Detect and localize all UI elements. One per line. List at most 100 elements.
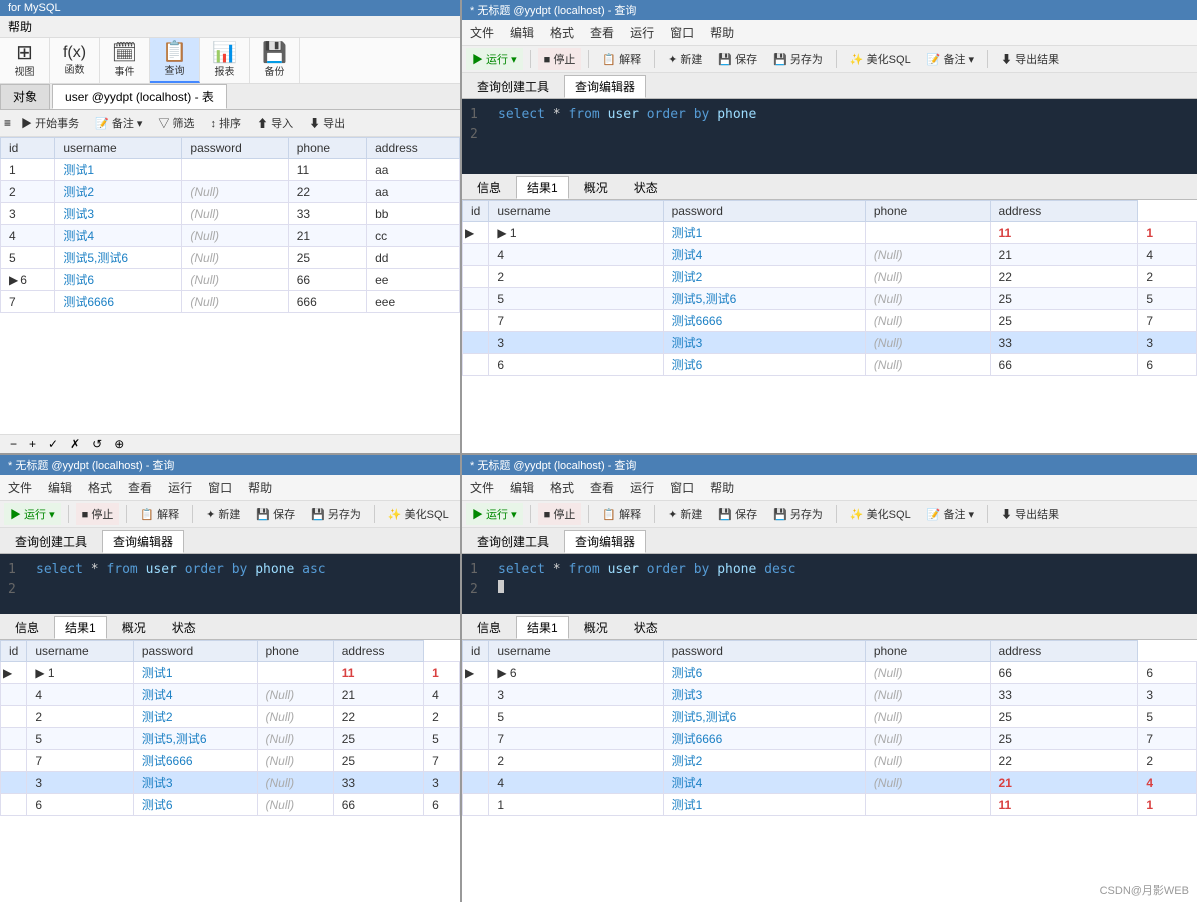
table-row[interactable]: (Null): [865, 684, 990, 706]
report-btn[interactable]: 📊 报表: [200, 38, 250, 83]
br-info-tab[interactable]: 信息: [466, 616, 512, 639]
table-row[interactable]: 25: [990, 310, 1138, 332]
table-row[interactable]: 测试2: [55, 181, 182, 203]
bl-menu-窗口[interactable]: 窗口: [204, 477, 236, 498]
table-row[interactable]: 22: [333, 706, 423, 728]
event-btn[interactable]: 🗓 事件: [100, 38, 150, 83]
note-btn[interactable]: 📝 备注 ▾: [89, 112, 148, 134]
table-row[interactable]: (Null): [865, 772, 990, 794]
table-row[interactable]: 11: [990, 794, 1138, 816]
table-row[interactable]: 7: [489, 728, 663, 750]
table-row[interactable]: 6: [1138, 662, 1197, 684]
table-row[interactable]: (Null): [182, 203, 288, 225]
table-row[interactable]: 测试3: [663, 684, 865, 706]
bl-stop-btn[interactable]: ■ 停止: [76, 503, 120, 525]
tr-menu-查看[interactable]: 查看: [586, 22, 618, 43]
table-row[interactable]: 25: [990, 728, 1138, 750]
bl-menu-运行[interactable]: 运行: [164, 477, 196, 498]
bl-sql-editor[interactable]: 1select * from user order by phone asc 2: [0, 554, 460, 614]
bl-run-btn[interactable]: ▶ 运行 ▾: [4, 503, 61, 525]
table-row[interactable]: (Null): [182, 247, 288, 269]
tl-table-scroll[interactable]: id username password phone address 1测试11…: [0, 137, 460, 434]
br-sql-editor[interactable]: 1select * from user order by phone desc …: [462, 554, 1197, 614]
table-row[interactable]: 66: [333, 794, 423, 816]
table-row[interactable]: ▶ 6: [489, 662, 663, 684]
table-row[interactable]: 1: [1138, 222, 1197, 244]
table-row[interactable]: 4: [489, 244, 663, 266]
table-row[interactable]: 测试4: [55, 225, 182, 247]
bl-explain-btn[interactable]: 📋 解释: [134, 503, 185, 525]
start-transaction-btn[interactable]: ▶ 开始事务: [15, 112, 85, 134]
table-row[interactable]: (Null): [257, 684, 333, 706]
br-save-btn[interactable]: 💾 保存: [712, 503, 763, 525]
table-row[interactable]: 6: [489, 354, 663, 376]
bl-table-scroll[interactable]: id username password phone address ▶▶ 1测…: [0, 640, 460, 902]
table-row[interactable]: 7: [424, 750, 460, 772]
tr-menu-窗口[interactable]: 窗口: [666, 22, 698, 43]
table-row[interactable]: 2: [1138, 266, 1197, 288]
table-row[interactable]: 3: [489, 332, 663, 354]
tr-tab-builder[interactable]: 查询创建工具: [466, 75, 560, 98]
table-row[interactable]: 66: [288, 269, 366, 291]
tr-menu-帮助[interactable]: 帮助: [706, 22, 738, 43]
tr-result1-tab[interactable]: 结果1: [516, 176, 569, 199]
table-row[interactable]: ▶6: [1, 269, 55, 291]
br-menu-文件[interactable]: 文件: [466, 477, 498, 498]
table-row[interactable]: 4: [489, 772, 663, 794]
table-row[interactable]: (Null): [257, 794, 333, 816]
table-row[interactable]: 测试3: [663, 332, 865, 354]
tr-beautify-btn[interactable]: ✨ 美化SQL: [844, 48, 917, 70]
table-row[interactable]: cc: [367, 225, 460, 247]
table-row[interactable]: 测试5,测试6: [663, 706, 865, 728]
table-row[interactable]: 测试1: [663, 222, 865, 244]
table-row[interactable]: 666: [288, 291, 366, 313]
table-row[interactable]: (Null): [865, 244, 990, 266]
table-row[interactable]: 1: [424, 662, 460, 684]
tr-save-btn[interactable]: 💾 保存: [712, 48, 763, 70]
table-row[interactable]: 测试1: [663, 794, 865, 816]
table-row[interactable]: aa: [367, 159, 460, 181]
br-export-btn[interactable]: ⬇ 导出结果: [995, 503, 1065, 525]
table-row[interactable]: (Null): [182, 291, 288, 313]
table-row[interactable]: 5: [489, 288, 663, 310]
table-row[interactable]: (Null): [865, 662, 990, 684]
table-row[interactable]: (Null): [865, 706, 990, 728]
table-row[interactable]: 测试4: [663, 244, 865, 266]
br-menu-运行[interactable]: 运行: [626, 477, 658, 498]
table-row[interactable]: 3: [1138, 684, 1197, 706]
tr-menu-运行[interactable]: 运行: [626, 22, 658, 43]
table-row[interactable]: 4: [1138, 244, 1197, 266]
table-row[interactable]: 2: [424, 706, 460, 728]
br-saveas-btn[interactable]: 💾 另存为: [767, 503, 829, 525]
table-row[interactable]: eee: [367, 291, 460, 313]
br-run-btn[interactable]: ▶ 运行 ▾: [466, 503, 523, 525]
table-row[interactable]: 22: [288, 181, 366, 203]
bl-menu-格式[interactable]: 格式: [84, 477, 116, 498]
table-row[interactable]: [865, 222, 990, 244]
tr-run-btn[interactable]: ▶ 运行 ▾: [466, 48, 523, 70]
bl-menu-查看[interactable]: 查看: [124, 477, 156, 498]
function-btn[interactable]: f(x) 函数: [50, 38, 100, 83]
table-row[interactable]: (Null): [257, 750, 333, 772]
br-overview-tab[interactable]: 概况: [573, 616, 619, 639]
table-row[interactable]: ▶ 1: [489, 222, 663, 244]
table-row[interactable]: 66: [990, 662, 1138, 684]
table-row[interactable]: bb: [367, 203, 460, 225]
table-row[interactable]: 1: [489, 794, 663, 816]
table-row[interactable]: (Null): [865, 332, 990, 354]
table-row[interactable]: 33: [990, 684, 1138, 706]
backup-btn[interactable]: 💾 备份: [250, 38, 300, 83]
tr-new-btn[interactable]: ✦ 新建: [662, 48, 708, 70]
table-row[interactable]: 6: [424, 794, 460, 816]
table-row[interactable]: 测试4: [133, 684, 257, 706]
br-beautify-btn[interactable]: ✨ 美化SQL: [844, 503, 917, 525]
help-label[interactable]: 帮助: [8, 20, 32, 34]
tr-explain-btn[interactable]: 📋 解释: [596, 48, 647, 70]
br-menu-编辑[interactable]: 编辑: [506, 477, 538, 498]
table-row[interactable]: (Null): [182, 181, 288, 203]
tr-overview-tab[interactable]: 概况: [573, 176, 619, 199]
table-row[interactable]: ee: [367, 269, 460, 291]
table-row[interactable]: 11: [288, 159, 366, 181]
bl-status-tab[interactable]: 状态: [161, 616, 207, 639]
table-row[interactable]: 测试5,测试6: [663, 288, 865, 310]
